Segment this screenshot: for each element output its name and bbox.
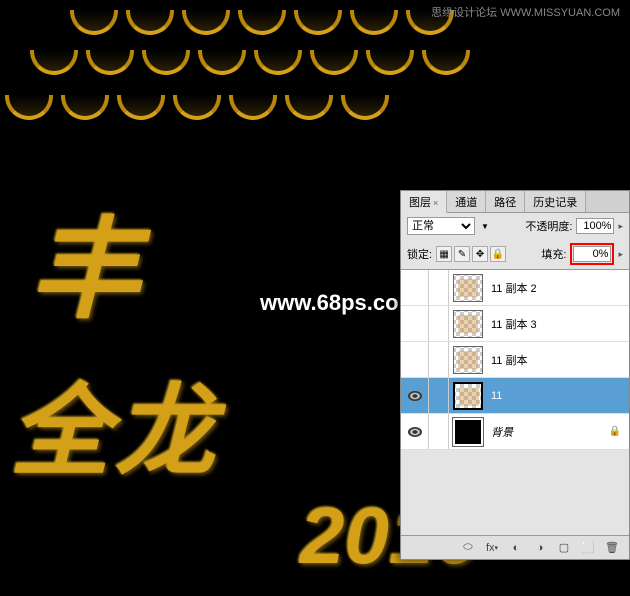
blend-dropdown-icon[interactable]: ▼ [479,222,491,231]
layer-thumbnail[interactable] [453,382,483,410]
link-col[interactable] [429,378,449,413]
layer-row[interactable]: 11 副本 3 [401,306,629,342]
lock-label: 锁定: [407,246,432,262]
link-col[interactable] [429,306,449,341]
fill-highlight [570,243,614,265]
visibility-toggle[interactable] [401,342,429,377]
lock-icon: 🔒 [609,426,629,437]
layer-thumbnail[interactable] [453,310,483,338]
visibility-toggle[interactable] [401,414,429,449]
layer-thumbnail[interactable] [453,418,483,446]
link-col[interactable] [429,270,449,305]
visibility-toggle[interactable] [401,378,429,413]
watermark-center: www.68ps.com [260,290,418,316]
link-layers-icon[interactable]: ⬭ [459,540,477,556]
layer-row-selected[interactable]: 11 [401,378,629,414]
fill-input[interactable] [573,246,611,262]
layers-panel: 图层× 通道 路径 历史记录 正常 ▼ 不透明度: ▸ 锁定: ▦ ✎ ✥ 🔒 … [400,190,630,560]
folder-icon[interactable]: ▢ [555,540,573,556]
layer-name[interactable]: 11 副本 [487,352,629,368]
layer-row[interactable]: 11 副本 2 [401,270,629,306]
trash-icon[interactable]: 🗑 [603,540,621,556]
panel-footer: ⬭ fx▾ ◐ ◑ ▢ ⬜ 🗑 [401,535,629,559]
tab-layers[interactable]: 图层× [401,191,447,213]
layer-name[interactable]: 11 副本 2 [487,280,629,296]
tab-history[interactable]: 历史记录 [525,191,586,212]
opacity-arrow-icon[interactable]: ▸ [618,221,623,232]
visibility-toggle[interactable] [401,306,429,341]
fill-label: 填充: [541,246,566,262]
lock-fill-row: 锁定: ▦ ✎ ✥ 🔒 填充: ▸ [401,239,629,269]
opacity-label: 不透明度: [525,218,572,234]
layer-name[interactable]: 11 [487,390,629,402]
layer-row[interactable]: 11 副本 [401,342,629,378]
layers-list: 11 副本 2 11 副本 3 11 副本 11 背景 🔒 [401,269,629,450]
watermark-top: 思缘设计论坛 WWW.MISSYUAN.COM [431,4,620,20]
gold-text-main: 丰 [30,180,150,340]
eye-icon [408,427,422,437]
mask-icon[interactable]: ◐ [507,540,525,556]
layer-name[interactable]: 11 副本 3 [487,316,629,332]
new-layer-icon[interactable]: ⬜ [579,540,597,556]
visibility-toggle[interactable] [401,270,429,305]
link-col[interactable] [429,414,449,449]
blend-opacity-row: 正常 ▼ 不透明度: ▸ [401,213,629,239]
tab-close-icon[interactable]: × [433,198,438,208]
blend-mode-select[interactable]: 正常 [407,217,475,235]
layer-name[interactable]: 背景 [487,424,609,440]
adjustment-icon[interactable]: ◑ [531,540,549,556]
tab-paths[interactable]: 路径 [486,191,525,212]
fill-arrow-icon[interactable]: ▸ [618,249,623,260]
tab-channels[interactable]: 通道 [447,191,486,212]
gold-text-sub: 全龙 [10,350,220,495]
lock-position-icon[interactable]: ✥ [472,246,488,262]
fx-icon[interactable]: fx▾ [483,540,501,556]
lock-transparency-icon[interactable]: ▦ [436,246,452,262]
eye-icon [408,391,422,401]
layer-row-background[interactable]: 背景 🔒 [401,414,629,450]
opacity-input[interactable] [576,218,614,234]
panel-tabs: 图层× 通道 路径 历史记录 [401,191,629,213]
lock-all-icon[interactable]: 🔒 [490,246,506,262]
layer-thumbnail[interactable] [453,274,483,302]
lock-pixels-icon[interactable]: ✎ [454,246,470,262]
link-col[interactable] [429,342,449,377]
layer-thumbnail[interactable] [453,346,483,374]
